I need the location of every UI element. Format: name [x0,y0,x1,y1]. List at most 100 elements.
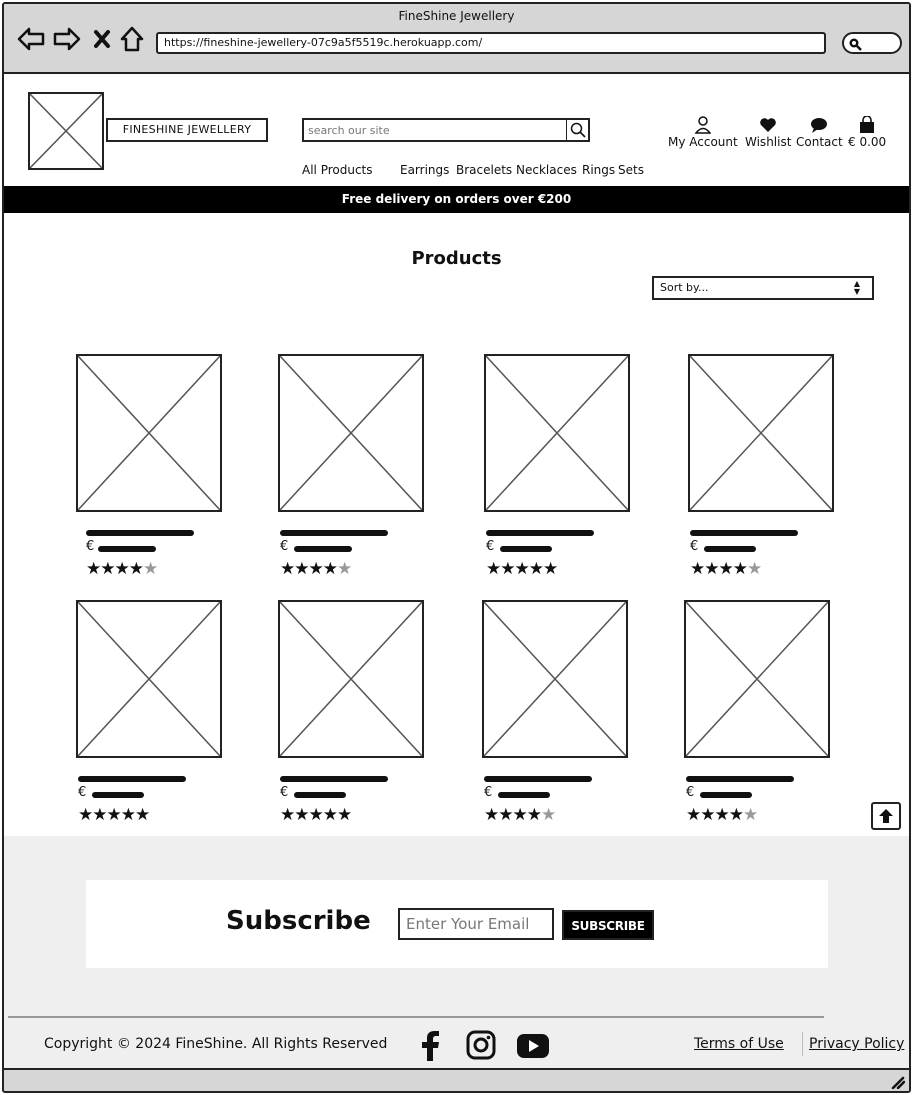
back-to-top-button[interactable] [871,802,901,830]
user-icon [694,116,711,134]
forward-arrow-icon[interactable] [52,24,82,54]
star-filled-icon: ★ [484,805,499,825]
search-input[interactable] [304,120,568,140]
nav-sets[interactable]: Sets [618,163,644,177]
product-price-scribble [294,792,346,798]
star-filled-icon: ★ [732,559,748,579]
price-currency: € [280,539,289,554]
resize-grip-icon[interactable] [889,1075,905,1089]
site-footer: Copyright © 2024 FineShine. All Rights R… [4,1016,909,1068]
star-filled-icon: ★ [128,559,144,579]
star-filled-icon: ★ [704,559,719,579]
footer-divider [8,1016,824,1018]
search-icon [570,122,586,138]
star-filled-icon: ★ [718,559,734,579]
product-name-scribble[interactable] [280,530,388,536]
url-bar[interactable]: https://fineshine-jewellery-07c9a5f5519c… [156,32,826,54]
product-name-scribble[interactable] [690,530,798,536]
star-filled-icon: ★ [700,805,715,825]
rating-stars: ★★★★★ [486,559,558,579]
home-icon[interactable] [118,24,148,54]
footer-link-separator [802,1032,803,1056]
product-price-scribble [704,546,756,552]
search-button[interactable] [566,120,588,140]
rating-stars: ★★★★★ [86,559,158,579]
product-price-scribble [294,546,352,552]
nav-all-products[interactable]: All Products [302,163,373,177]
subscribe-button[interactable]: SUBSCRIBE [562,910,654,940]
logo-image-placeholder[interactable] [28,92,104,170]
nav-bracelets[interactable]: Bracelets [456,163,512,177]
back-arrow-icon[interactable] [16,24,46,54]
star-filled-icon: ★ [86,559,101,579]
price-currency: € [690,539,699,554]
product-price-scribble [498,792,550,798]
star-filled-icon: ★ [486,559,501,579]
product-image-placeholder[interactable] [688,354,834,512]
star-filled-icon: ★ [322,805,338,825]
rating-stars: ★★★★★ [280,805,352,825]
sort-select-value: Sort by... [660,281,709,294]
star-filled-icon: ★ [78,805,93,825]
star-filled-icon: ★ [100,559,115,579]
privacy-policy-link[interactable]: Privacy Policy [809,1036,904,1052]
chat-bubble-icon [811,118,828,133]
terms-of-use-link[interactable]: Terms of Use [694,1036,784,1052]
instagram-icon[interactable] [466,1030,496,1064]
product-name-scribble[interactable] [280,776,388,782]
star-filled-icon: ★ [528,559,544,579]
browser-chrome: FineShine Jewellery https://fineshine-je… [4,4,909,74]
logo-text[interactable]: FINESHINE JEWELLERY [106,118,268,142]
product-name-scribble[interactable] [484,776,592,782]
star-empty-icon: ★ [747,559,762,579]
nav-earrings[interactable]: Earrings [400,163,449,177]
close-icon[interactable] [90,24,120,54]
star-filled-icon: ★ [120,805,136,825]
subscribe-panel: Subscribe SUBSCRIBE [86,880,828,968]
star-filled-icon: ★ [728,805,744,825]
wishlist-link[interactable]: Wishlist [745,116,791,149]
copyright-text: Copyright © 2024 FineShine. All Rights R… [44,1036,388,1052]
star-filled-icon: ★ [526,805,542,825]
browser-search-field[interactable] [842,32,902,54]
page-title: Products [411,248,502,269]
product-image-placeholder[interactable] [482,600,628,758]
browser-window: FineShine Jewellery https://fineshine-je… [2,2,911,1093]
star-filled-icon: ★ [337,805,352,825]
product-image-placeholder[interactable] [76,354,222,512]
site-search [302,118,590,142]
product-name-scribble[interactable] [78,776,186,782]
product-image-placeholder[interactable] [684,600,830,758]
sort-select[interactable]: Sort by... ▲ ▼ [652,276,874,300]
star-filled-icon: ★ [690,559,705,579]
star-filled-icon: ★ [514,559,530,579]
price-currency: € [78,785,87,800]
star-empty-icon: ★ [743,805,758,825]
star-filled-icon: ★ [500,559,515,579]
star-filled-icon: ★ [543,559,558,579]
star-filled-icon: ★ [106,805,122,825]
price-currency: € [484,785,493,800]
star-filled-icon: ★ [294,805,309,825]
product-price-scribble [500,546,552,552]
facebook-icon[interactable] [418,1030,442,1066]
star-filled-icon: ★ [114,559,130,579]
nav-necklaces[interactable]: Necklaces [516,163,577,177]
product-name-scribble[interactable] [86,530,194,536]
product-image-placeholder[interactable] [278,600,424,758]
arrow-up-icon [879,809,893,823]
product-image-placeholder[interactable] [484,354,630,512]
product-name-scribble[interactable] [686,776,794,782]
product-name-scribble[interactable] [486,530,594,536]
cart-link[interactable]: € 0.00 [848,116,886,149]
youtube-icon[interactable] [517,1034,549,1062]
nav-rings[interactable]: Rings [582,163,615,177]
contact-link[interactable]: Contact [796,116,843,149]
product-image-placeholder[interactable] [278,354,424,512]
product-image-placeholder[interactable] [76,600,222,758]
star-filled-icon: ★ [280,559,295,579]
email-input[interactable] [398,908,554,940]
product-price-scribble [700,792,752,798]
my-account-link[interactable]: My Account [668,116,738,149]
heart-icon [760,118,777,132]
